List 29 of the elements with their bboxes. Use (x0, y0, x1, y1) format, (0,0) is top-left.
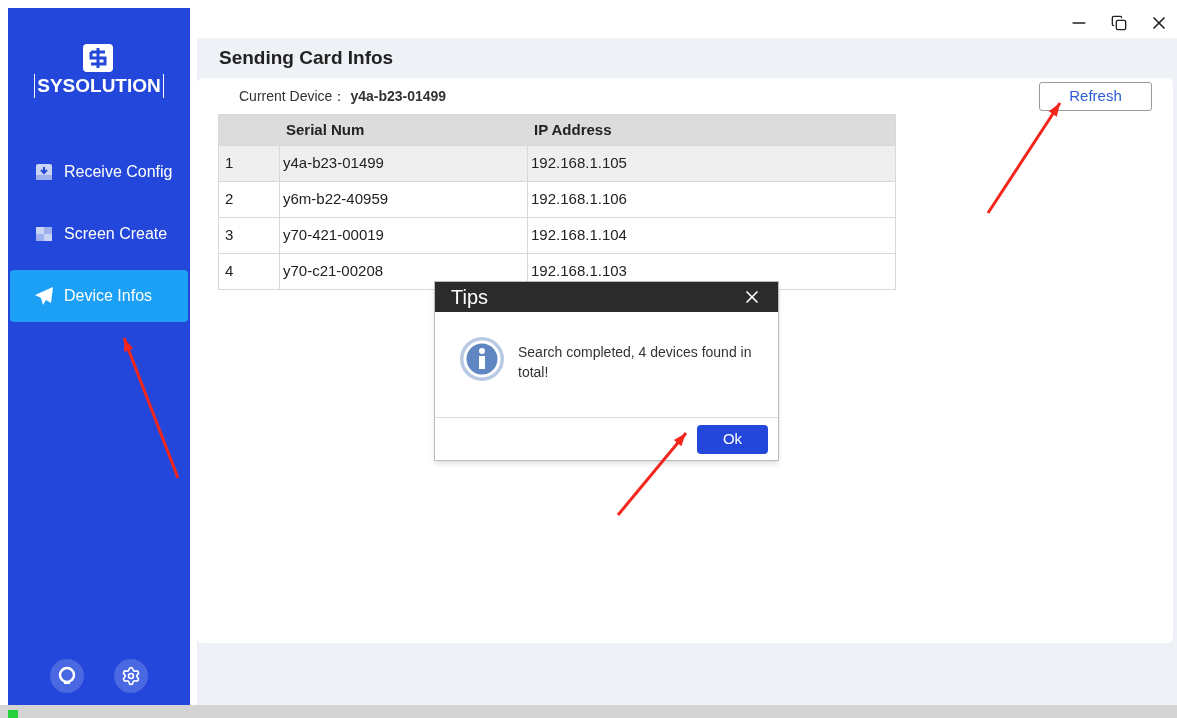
refresh-button[interactable]: Refresh (1039, 82, 1152, 111)
paper-plane-icon (34, 285, 54, 306)
page-title: Sending Card Infos (218, 45, 395, 70)
settings-button[interactable] (114, 659, 148, 693)
nav-item[interactable]: Screen Create (10, 207, 188, 260)
brand-name: SYSOLUTION (34, 74, 164, 98)
table-row[interactable]: 3 y70-421-00019 192.168.1.104 (219, 217, 895, 253)
table-cell-text: 192.168.1.103 (530, 261, 628, 282)
dialog-message: Search completed, 4 devices found in total! (518, 343, 753, 382)
support-button[interactable] (50, 659, 84, 693)
headset-icon (57, 666, 77, 686)
inbox-download-icon (34, 161, 54, 182)
table-row[interactable]: 1 y4a-b23-01499 192.168.1.105 (219, 145, 895, 181)
nav-item[interactable]: Receive Config (10, 145, 188, 198)
column-header: IP Address (533, 119, 613, 140)
table-cell-text: 192.168.1.105 (530, 153, 628, 174)
ok-button[interactable]: Ok (697, 424, 768, 454)
settings-icon (121, 666, 141, 686)
table-row[interactable]: 2 y6m-b22-40959 192.168.1.106 (219, 181, 895, 217)
row-number: 4 (219, 254, 280, 289)
status-indicator-icon (8, 710, 18, 718)
table-cell-text: 192.168.1.106 (530, 189, 628, 210)
logo-icon (83, 44, 115, 72)
column-header: Serial Num (285, 119, 366, 140)
table-cell-text: 192.168.1.104 (530, 225, 628, 246)
current-device-label: Current Device： (239, 87, 347, 106)
restore-icon[interactable] (1111, 15, 1127, 31)
info-icon (459, 336, 505, 382)
current-device-value: y4a-b23-01499 (350, 87, 447, 106)
